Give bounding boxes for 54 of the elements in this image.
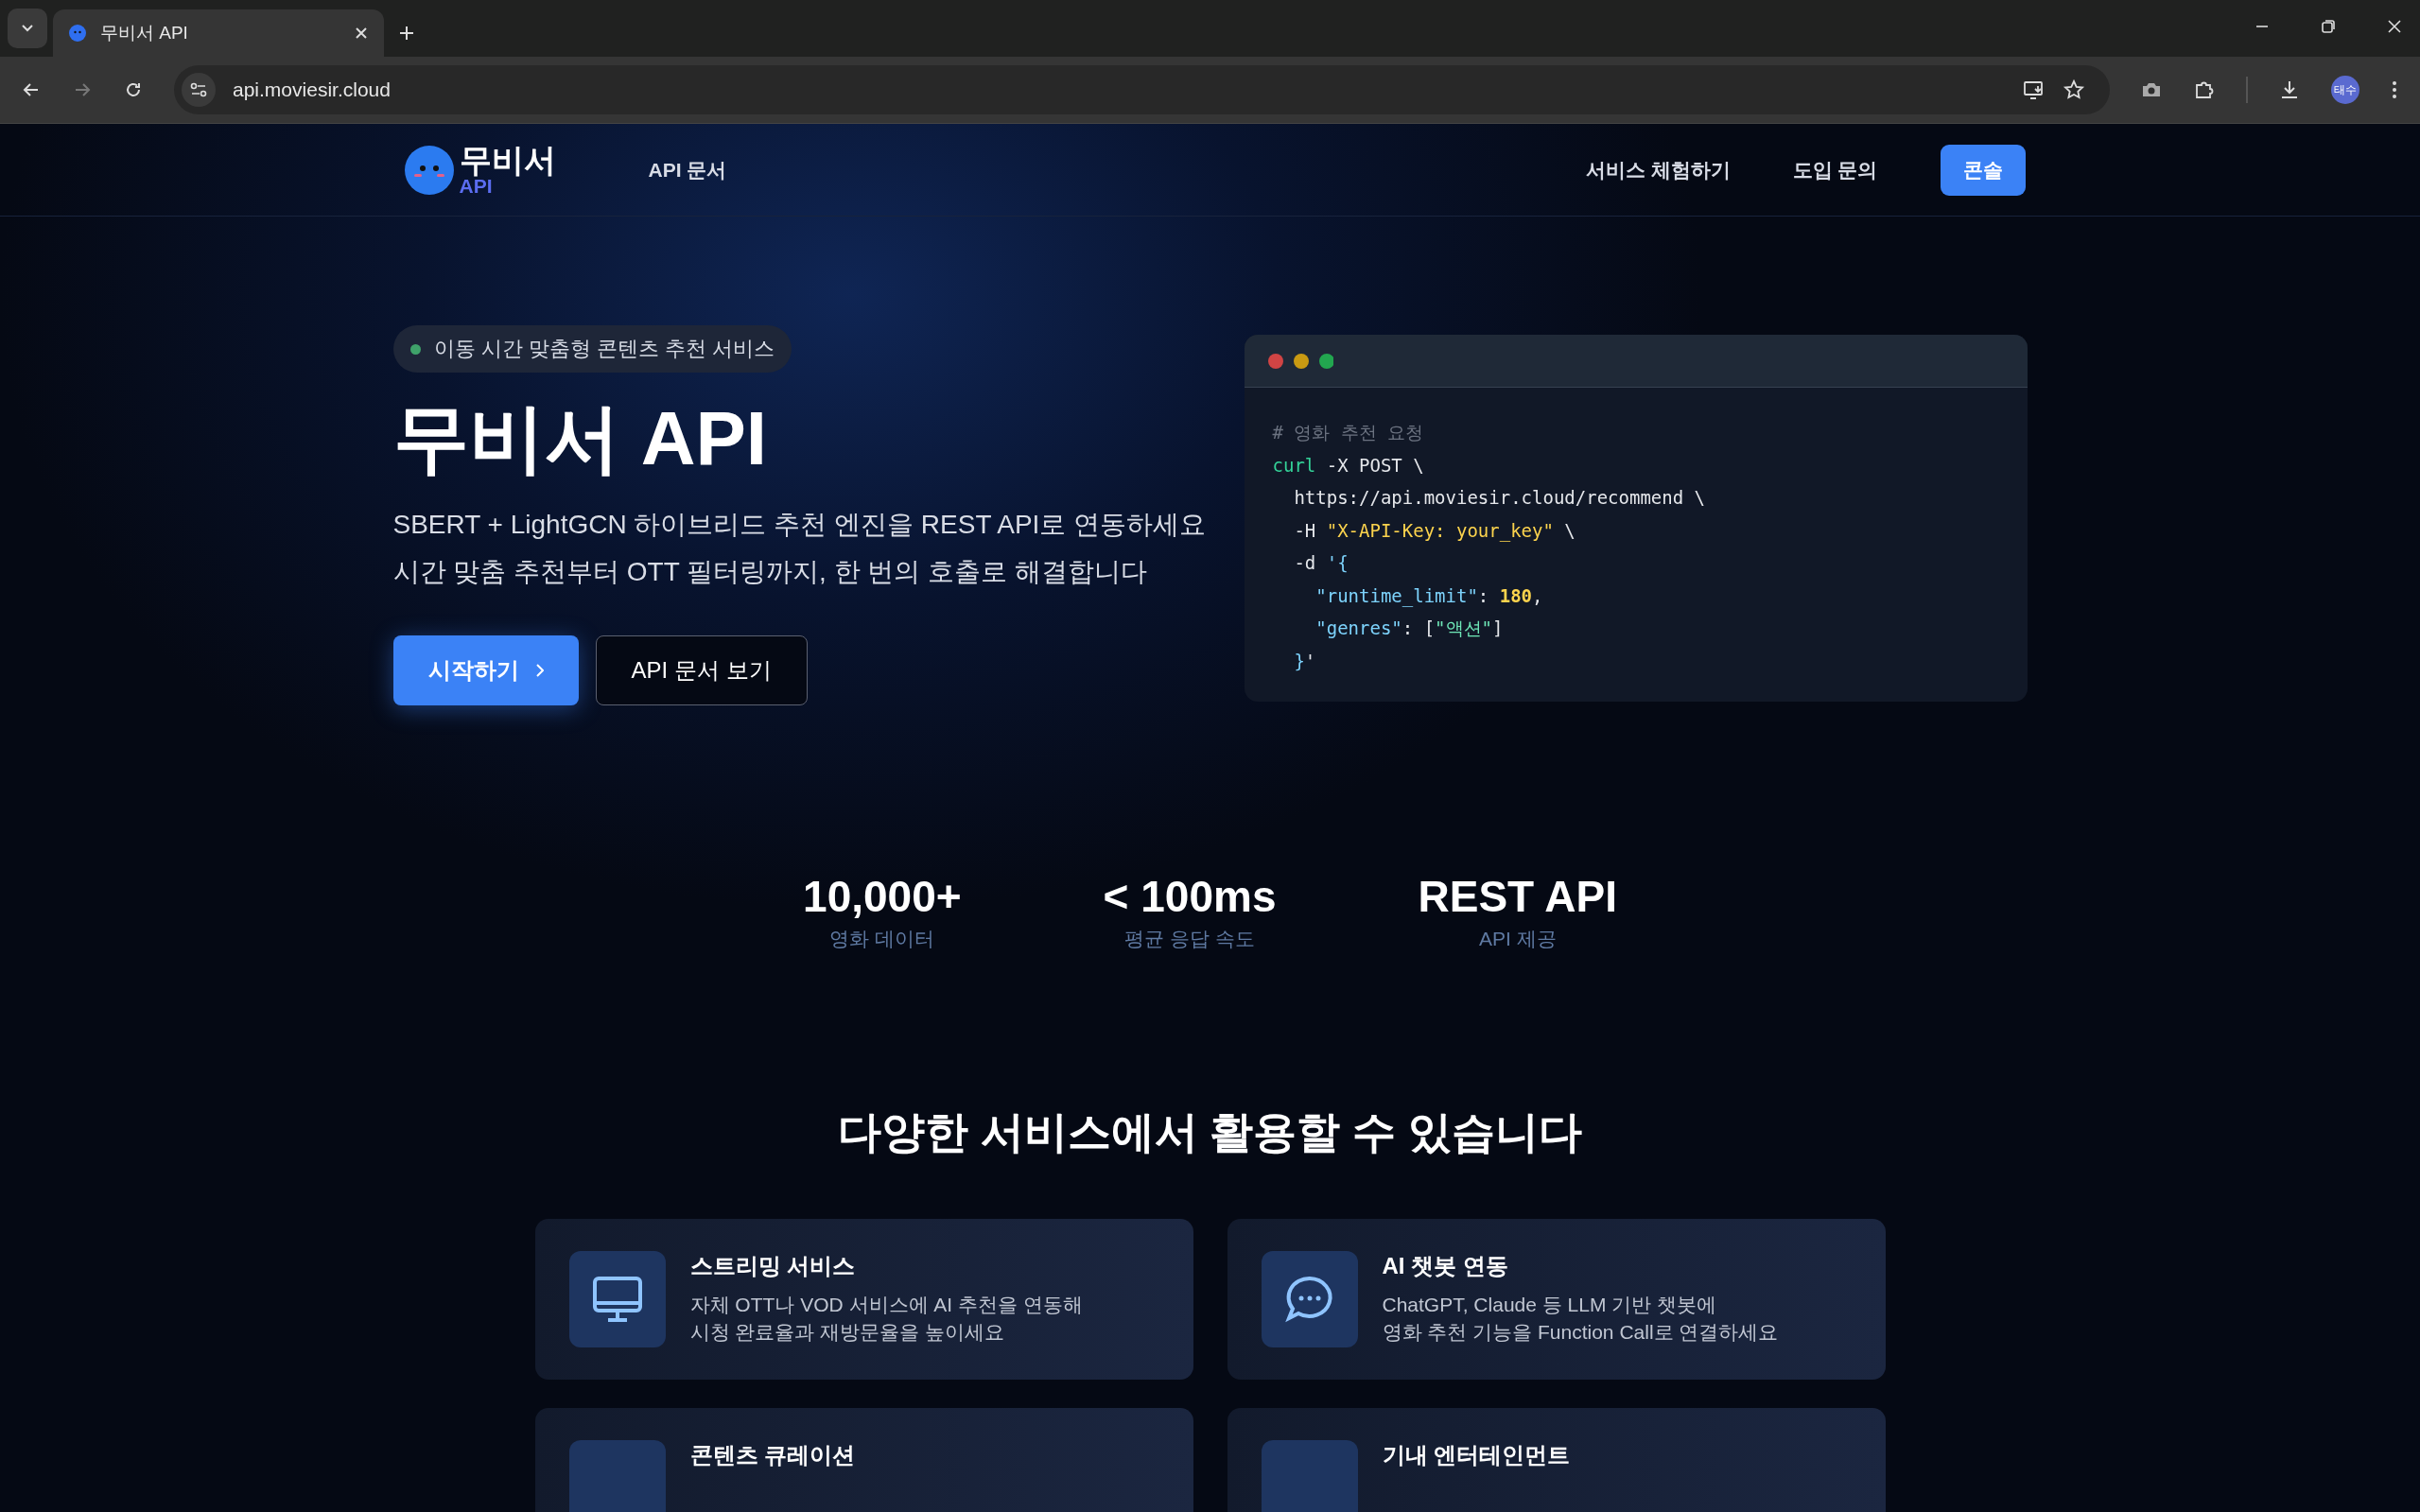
nav-link[interactable]: API 문서 <box>648 156 727 183</box>
card-title: 스트리밍 서비스 <box>689 1252 857 1280</box>
code-line: }' <box>1293 649 1317 673</box>
face-icon <box>68 24 87 43</box>
logo-face-icon <box>402 143 456 197</box>
more-menu-icon[interactable] <box>2390 78 2399 101</box>
stat-label: 평균 응답 속도 <box>1124 927 1255 951</box>
start-button[interactable]: 시작하기 <box>392 635 579 705</box>
console-button[interactable]: 콘솔 <box>1940 144 2026 196</box>
new-tab-icon[interactable] <box>397 24 416 43</box>
code-line: https://api.moviesir.cloud/recommend \ <box>1293 486 1707 510</box>
nav-link[interactable]: 도입 문의 <box>1792 156 1878 183</box>
browser-tab[interactable]: 무비서 API <box>53 9 384 57</box>
hero-subtitle: 시간 맞춤 추천부터 OTT 필터링까지, 한 번의 호출로 해결합니다 <box>392 556 1147 588</box>
stat-value: 10,000+ <box>803 871 962 922</box>
address-bar[interactable]: api.moviesir.cloud <box>174 65 2110 114</box>
window-dots-icon <box>1266 352 1333 370</box>
chevron-down-icon <box>22 25 33 32</box>
code-line: -d '{ <box>1293 551 1349 575</box>
card-description: 시청 완료율과 재방문율을 높이세요 <box>689 1320 1005 1346</box>
code-line: # 영화 추천 요청 <box>1272 421 1425 444</box>
code-line: "genres": ["액션"] <box>1314 617 1505 640</box>
logo-subtitle: API <box>459 176 493 196</box>
docs-button[interactable]: API 문서 보기 <box>595 635 808 705</box>
tab-title: 무비서 API <box>100 22 189 44</box>
chevron-right-icon <box>535 664 544 677</box>
install-app-icon[interactable] <box>2023 78 2046 101</box>
stat-value: < 100ms <box>1103 871 1277 922</box>
card-description: 영화 추천 기능을 Function Call로 연결하세요 <box>1382 1320 1779 1346</box>
code-line: -H "X-API-Key: your_key" \ <box>1293 518 1576 544</box>
card-title: AI 챗봇 연동 <box>1382 1252 1509 1280</box>
card-title: 콘텐츠 큐레이션 <box>689 1441 856 1469</box>
close-icon[interactable] <box>354 26 369 41</box>
profile-avatar[interactable]: 태수 <box>2331 76 2359 104</box>
site-settings-icon[interactable] <box>182 73 216 107</box>
tagline-text: 이동 시간 맞춤형 콘텐츠 추천 서비스 <box>433 336 775 362</box>
hero-title: 무비서 API <box>392 397 768 480</box>
url-text: api.moviesir.cloud <box>233 78 391 101</box>
card-description: 자체 OTT나 VOD 서비스에 AI 추천을 연동해 <box>689 1293 1083 1317</box>
card-description: ChatGPT, Claude 등 LLM 기반 챗봇에 <box>1382 1293 1718 1317</box>
close-icon[interactable] <box>2386 18 2403 35</box>
hero-subtitle: SBERT + LightGCN 하이브리드 추천 엔진을 REST API로 연동하세요 <box>392 509 1207 541</box>
code-line: curl -X POST \ <box>1272 453 1425 478</box>
stat-value: REST API <box>1418 871 1617 922</box>
card-title: 기내 엔터테인먼트 <box>1382 1441 1571 1469</box>
stat-label: API 제공 <box>1478 927 1557 951</box>
section-heading: 다양한 서비스에서 활용할 수 있습니다 <box>836 1106 1584 1158</box>
code-line: "runtime_limit": 180, <box>1314 583 1544 609</box>
bookmark-star-icon[interactable] <box>2063 78 2085 101</box>
status-dot <box>409 343 421 355</box>
logo-text[interactable]: 무비서 <box>459 144 556 176</box>
restore-icon[interactable] <box>2320 18 2337 35</box>
nav-link[interactable]: 서비스 체험하기 <box>1585 156 1731 183</box>
stat-label: 영화 데이터 <box>829 927 935 951</box>
